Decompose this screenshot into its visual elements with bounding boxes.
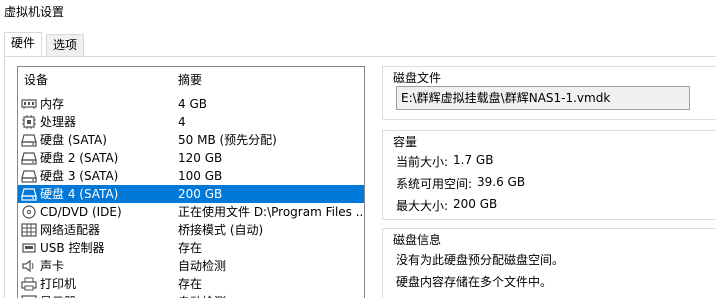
- capacity-title: 容量: [393, 135, 418, 149]
- device-row[interactable]: 内存 4 GB: [18, 95, 364, 113]
- system-free-value: 39.6 GB: [477, 175, 526, 189]
- device-row[interactable]: 硬盘 2 (SATA) 120 GB: [18, 149, 364, 167]
- device-summary: 正在使用文件 D:\Program Files ...: [178, 205, 364, 219]
- device-summary: 50 MB (预先分配): [178, 133, 277, 147]
- hard-disk-icon: [21, 133, 37, 147]
- device-row[interactable]: 打印机 存在: [18, 275, 364, 293]
- device-name: 处理器: [40, 115, 77, 129]
- column-header-device[interactable]: 设备: [24, 71, 48, 88]
- device-name: 显示器: [40, 293, 76, 298]
- device-summary: 4 GB: [178, 97, 207, 111]
- disk-info-line-2: 硬盘内容存储在多个文件中。: [396, 275, 553, 289]
- hard-disk-icon: [21, 169, 37, 183]
- device-summary: 存在: [178, 241, 203, 255]
- memory-icon: [21, 97, 37, 111]
- disk-info-group: 磁盘信息 没有为此硬盘预分配磁盘空间。 硬盘内容存储在多个文件中。: [382, 228, 716, 298]
- device-summary: 200 GB: [178, 187, 223, 201]
- device-row[interactable]: 硬盘 4 (SATA) 200 GB: [18, 185, 364, 203]
- device-row[interactable]: CD/DVD (IDE) 正在使用文件 D:\Program Files ...: [18, 203, 364, 221]
- device-summary: 自动检测: [178, 293, 364, 298]
- current-size-label: 当前大小:: [396, 155, 449, 169]
- current-size-value: 1.7 GB: [453, 153, 494, 167]
- device-list[interactable]: 设备 摘要 内存 4 GB 处理器 4 硬盘 (SATA) 50 MB (预先分配) 硬盘 …: [17, 66, 365, 298]
- device-list-header: 设备 摘要: [18, 71, 364, 89]
- sound-card-icon: [21, 259, 37, 273]
- device-row[interactable]: 显示器 自动检测: [18, 293, 364, 298]
- device-summary: 4: [178, 115, 186, 129]
- cd-dvd-icon: [21, 205, 37, 219]
- device-name: 打印机: [40, 277, 77, 291]
- system-free-label: 系统可用空间:: [396, 177, 473, 191]
- column-header-summary[interactable]: 摘要: [178, 71, 202, 88]
- max-size-value: 200 GB: [453, 197, 498, 211]
- device-name: 硬盘 (SATA): [40, 133, 107, 147]
- hard-disk-icon: [21, 187, 37, 201]
- device-row[interactable]: 硬盘 3 (SATA) 100 GB: [18, 167, 364, 185]
- tab-options[interactable]: 选项: [46, 34, 85, 56]
- disk-info-line-1: 没有为此硬盘预分配磁盘空间。: [396, 253, 565, 267]
- device-name: 硬盘 3 (SATA): [40, 169, 119, 183]
- device-name: USB 控制器: [40, 241, 105, 255]
- device-name: 声卡: [40, 259, 65, 273]
- disk-file-group: 磁盘文件 E:\群辉虚拟挂载盘\群辉NAS1-1.vmdk: [382, 66, 716, 120]
- max-size-label: 最大大小:: [396, 199, 449, 213]
- title-bar: 虚拟机设置: [0, 0, 716, 26]
- disk-file-path-field[interactable]: E:\群辉虚拟挂载盘\群辉NAS1-1.vmdk: [396, 86, 690, 110]
- device-row[interactable]: 硬盘 (SATA) 50 MB (预先分配): [18, 131, 364, 149]
- device-summary: 120 GB: [178, 151, 223, 165]
- tab-hardware[interactable]: 硬件: [4, 32, 43, 56]
- device-summary: 存在: [178, 277, 203, 291]
- device-summary: 100 GB: [178, 169, 223, 183]
- device-name: CD/DVD (IDE): [40, 205, 122, 219]
- device-row[interactable]: USB 控制器 存在: [18, 239, 364, 257]
- device-row[interactable]: 处理器 4: [18, 113, 364, 131]
- capacity-group: 容量 当前大小: 1.7 GB 系统可用空间: 39.6 GB 最大大小: 20…: [382, 130, 716, 220]
- device-name: 内存: [40, 97, 65, 111]
- window-title: 虚拟机设置: [4, 5, 65, 19]
- network-adapter-icon: [21, 223, 37, 237]
- device-name: 硬盘 4 (SATA): [40, 187, 119, 201]
- printer-icon: [21, 277, 37, 291]
- usb-controller-icon: [21, 241, 37, 255]
- device-summary: 桥接模式 (自动): [178, 223, 264, 237]
- hard-disk-icon: [21, 151, 37, 165]
- device-name: 网络适配器: [40, 223, 101, 237]
- device-row[interactable]: 声卡 自动检测: [18, 257, 364, 275]
- device-row[interactable]: 网络适配器 桥接模式 (自动): [18, 221, 364, 239]
- tab-strip: 硬件 选项: [0, 32, 716, 57]
- device-summary: 自动检测: [178, 259, 227, 273]
- disk-info-title: 磁盘信息: [393, 233, 442, 247]
- device-name: 硬盘 2 (SATA): [40, 151, 119, 165]
- disk-file-title: 磁盘文件: [393, 71, 442, 85]
- processor-icon: [21, 115, 37, 129]
